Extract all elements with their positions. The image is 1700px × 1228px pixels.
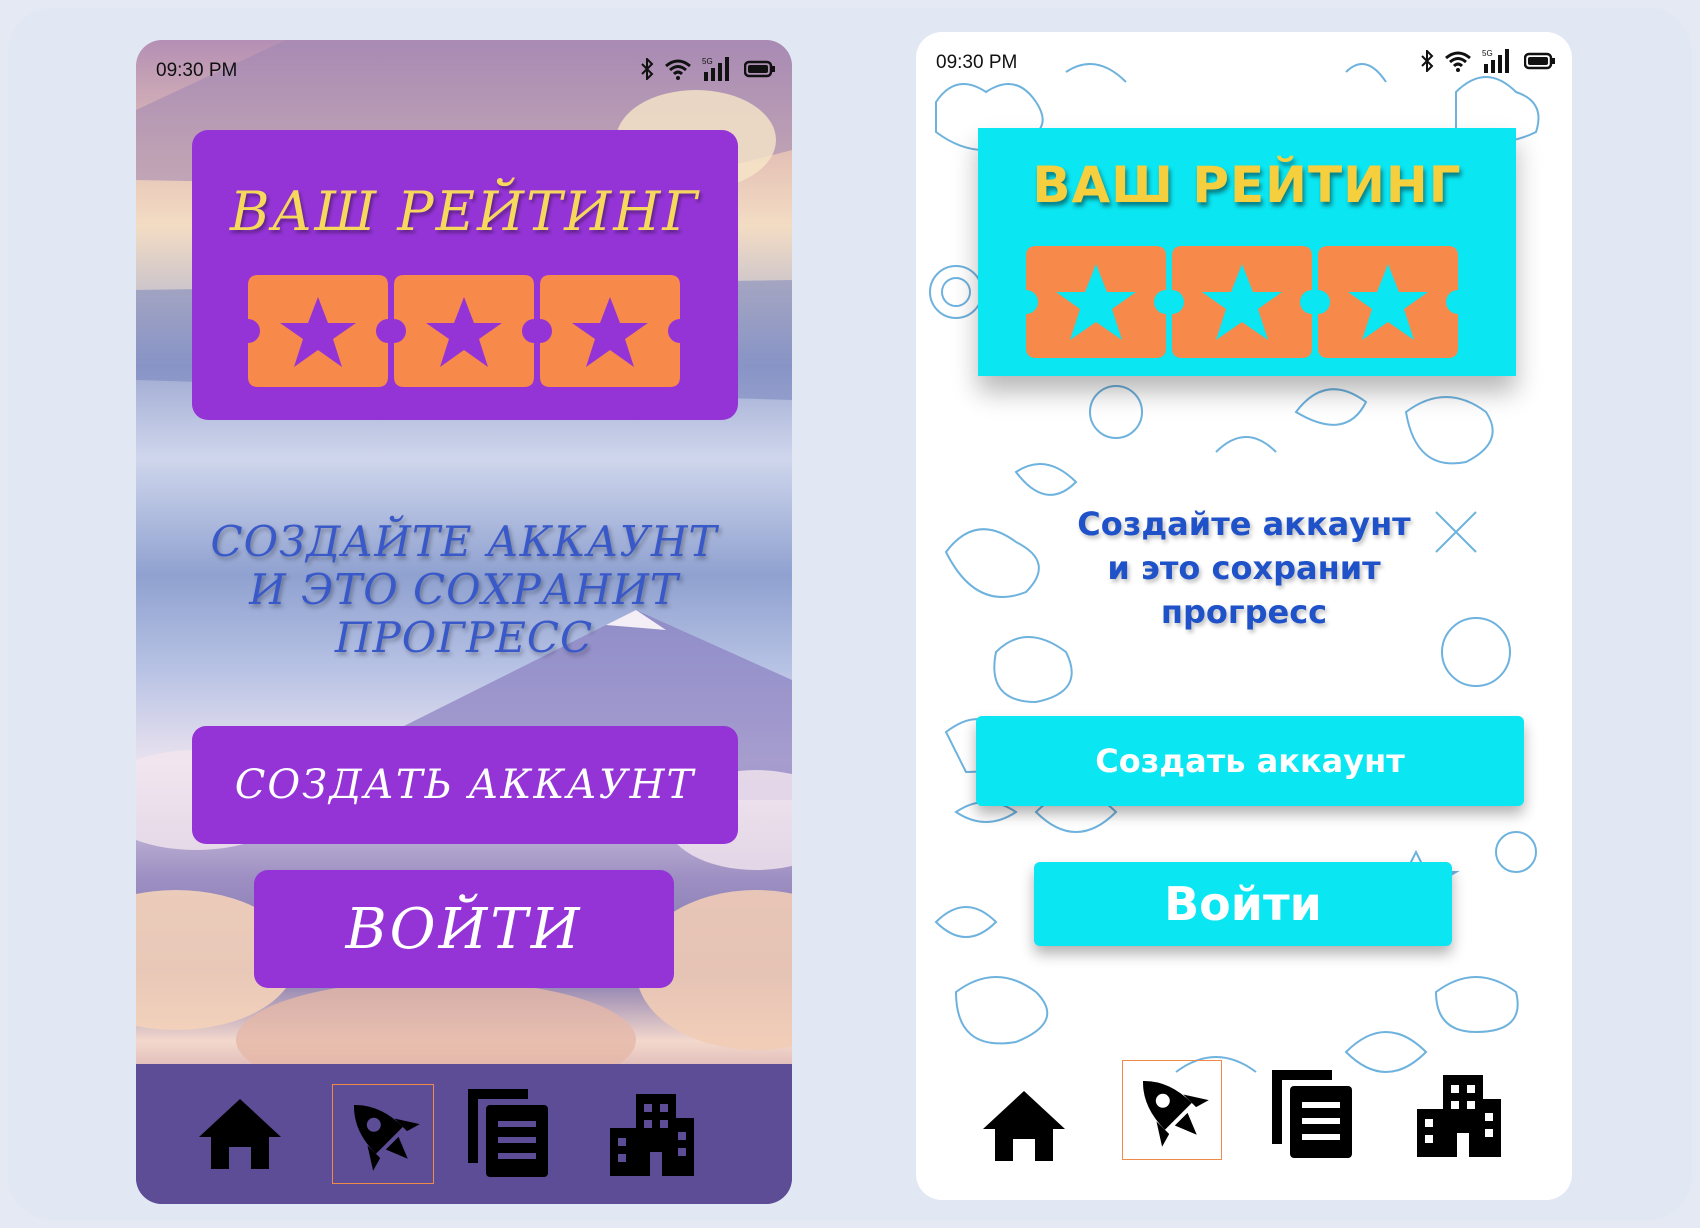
bottom-navigation (916, 1040, 1572, 1200)
rocket-icon (354, 1105, 420, 1171)
bluetooth-icon (1420, 48, 1434, 76)
login-button[interactable]: Войти (1034, 862, 1452, 946)
buildings-icon (1417, 1075, 1501, 1157)
prompt-line: и это сохранит (1107, 549, 1381, 587)
documents-icon (468, 1089, 548, 1177)
network-label: 5G (1482, 49, 1493, 58)
nav-rocket[interactable] (332, 1084, 434, 1184)
prompt-line: прогресс (1160, 593, 1328, 631)
status-time: 09:30 PM (156, 60, 238, 81)
home-icon (983, 1091, 1065, 1161)
5g-signal-icon: 5G (1482, 48, 1514, 78)
documents-icon (1272, 1070, 1352, 1158)
status-time: 09:30 PM (936, 52, 1018, 73)
network-label: 5G (702, 57, 713, 66)
bottom-navigation (136, 1064, 792, 1204)
home-icon (199, 1099, 281, 1169)
battery-icon (1523, 51, 1556, 75)
prompt-line: СОЗДАЙТЕ АККАУНТ (210, 517, 718, 566)
nav-buildings[interactable] (596, 1084, 706, 1182)
rating-card: ВАШ РЕЙТИНГ (978, 128, 1516, 376)
wifi-icon (1444, 50, 1472, 76)
create-account-button[interactable]: Создать аккаунт (976, 716, 1524, 806)
signup-prompt: СОЗДАЙТЕ АККАУНТ И ЭТО СОХРАНИТ ПРОГРЕСС (136, 518, 792, 662)
rating-card: ВАШ РЕЙТИНГ (192, 130, 738, 420)
login-button[interactable]: ВОЙТИ (254, 870, 674, 988)
nav-rocket[interactable] (1122, 1060, 1222, 1160)
rocket-icon (1143, 1081, 1209, 1147)
nav-home[interactable] (974, 1080, 1074, 1170)
star-rating (248, 275, 680, 387)
rating-title: ВАШ РЕЙТИНГ (1032, 156, 1462, 214)
nav-buildings[interactable] (1406, 1064, 1510, 1164)
phone-screen-mountain-theme: 09:30 PM 5G ВАШ РЕЙТИНГ СОЗДАЙТЕ АККАУНТ… (136, 40, 792, 1204)
create-account-button[interactable]: СОЗДАТЬ АККАУНТ (192, 726, 738, 844)
nav-documents[interactable] (458, 1084, 558, 1182)
prompt-line: Создайте аккаунт (1077, 505, 1411, 543)
nav-documents[interactable] (1262, 1064, 1362, 1164)
status-bar: 09:30 PM 5G (916, 32, 1572, 82)
battery-icon (743, 59, 776, 83)
prompt-line: И ЭТО СОХРАНИТ (249, 565, 679, 614)
phone-screen-doodle-theme: 09:30 PM 5G ВАШ РЕЙТИНГ Создайте аккаунт… (916, 32, 1572, 1200)
star-rating (1026, 246, 1458, 358)
bluetooth-icon (640, 56, 654, 84)
status-bar: 09:30 PM 5G (136, 40, 792, 90)
prompt-line: ПРОГРЕСС (334, 613, 594, 662)
buildings-icon (610, 1094, 694, 1176)
5g-signal-icon: 5G (702, 56, 734, 86)
wifi-icon (664, 58, 692, 84)
nav-home[interactable] (190, 1088, 290, 1178)
rating-title: ВАШ РЕЙТИНГ (229, 180, 701, 243)
signup-prompt: Создайте аккаунт и это сохранит прогресс (916, 502, 1572, 634)
